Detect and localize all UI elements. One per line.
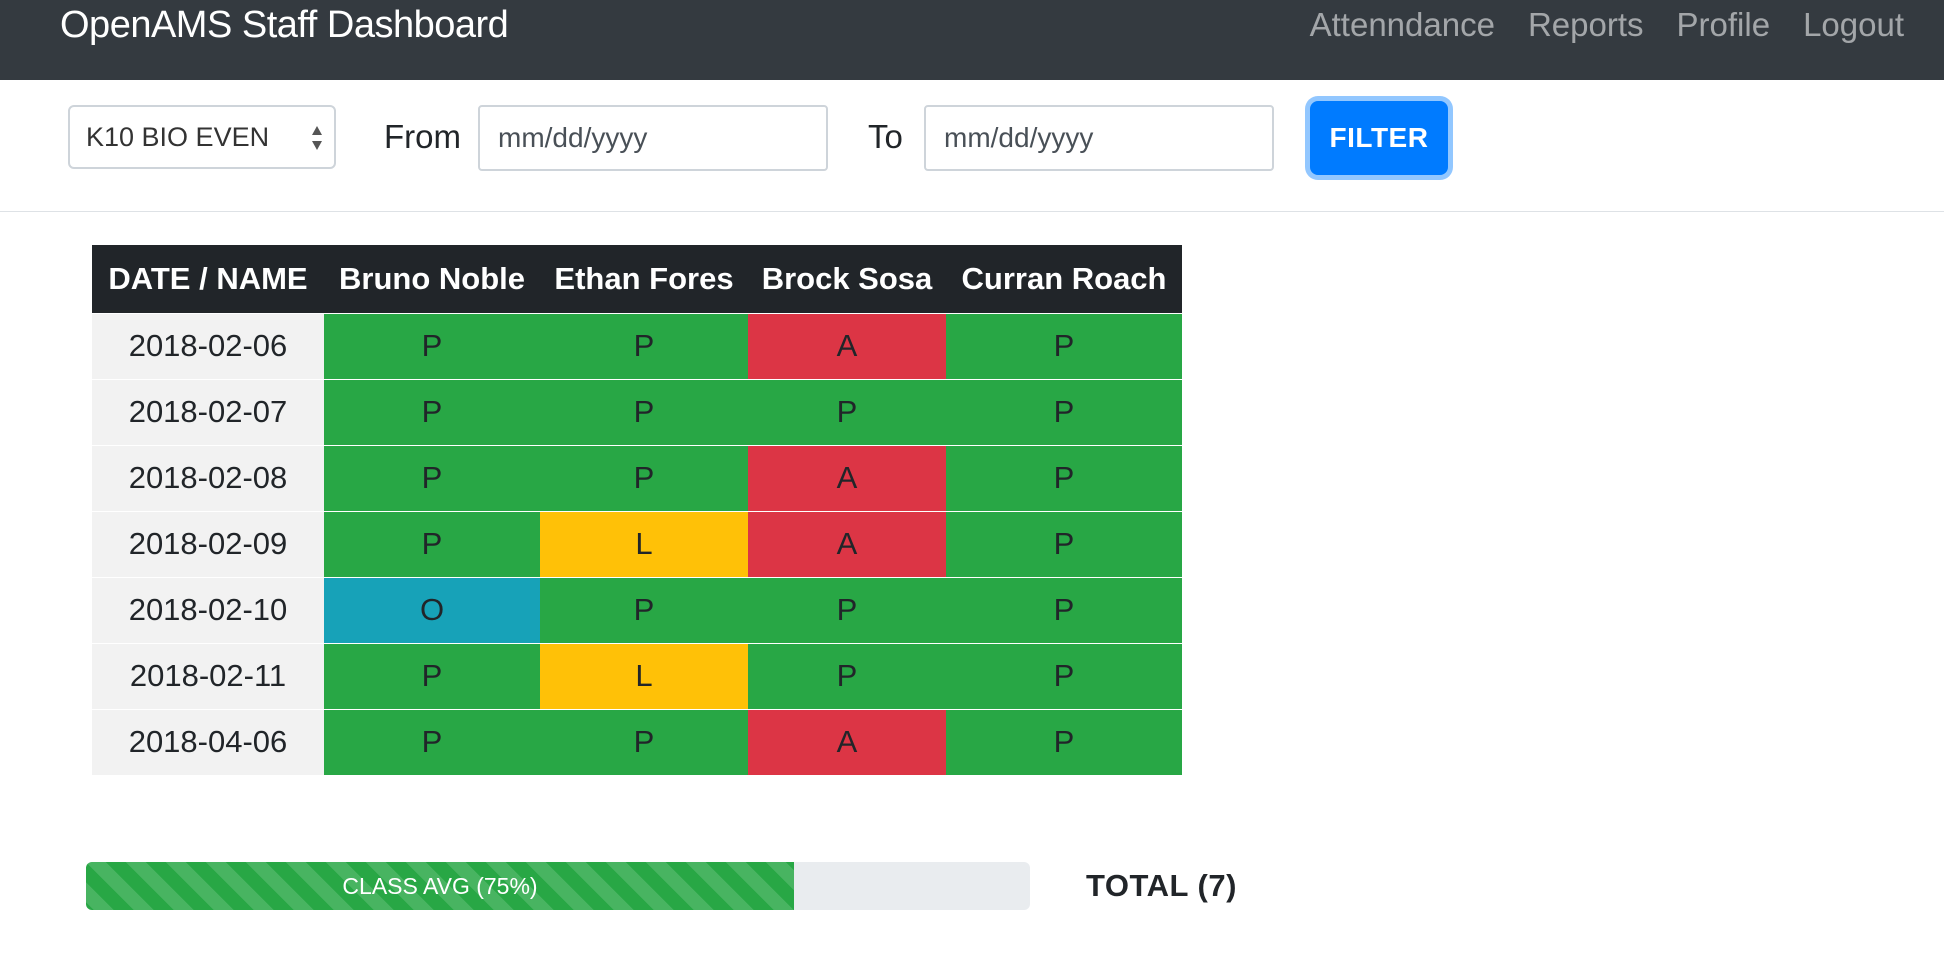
status-cell: P <box>946 708 1182 775</box>
date-cell: 2018-02-10 <box>92 576 324 643</box>
header-student-3: Curran Roach <box>946 245 1182 313</box>
status-cell: P <box>946 378 1182 445</box>
table-row: 2018-02-11 P L P P <box>92 642 1182 709</box>
from-label: From <box>384 118 461 155</box>
date-cell: 2018-02-09 <box>92 510 324 577</box>
status-cell: A <box>748 510 946 577</box>
status-cell: P <box>324 708 540 775</box>
total-count: TOTAL (7) <box>1086 868 1237 903</box>
class-avg-progress: CLASS AVG (75%) <box>86 862 1030 910</box>
status-cell: P <box>540 708 748 775</box>
nav-link-reports[interactable]: Reports <box>1528 0 1644 50</box>
date-cell: 2018-02-11 <box>92 642 324 709</box>
class-select-value: K10 BIO EVEN <box>86 121 270 152</box>
table-row: 2018-02-09 P L A P <box>92 510 1182 577</box>
from-date-input[interactable]: mm/dd/yyyy <box>478 105 828 171</box>
to-date-input[interactable]: mm/dd/yyyy <box>924 105 1274 171</box>
class-avg-progress-bar: CLASS AVG (75%) <box>86 862 794 910</box>
header-student-2: Brock Sosa <box>748 245 946 313</box>
date-cell: 2018-02-08 <box>92 444 324 511</box>
nav-link-logout[interactable]: Logout <box>1803 0 1904 50</box>
date-cell: 2018-02-06 <box>92 312 324 379</box>
status-cell: P <box>540 444 748 511</box>
nav-link-attendance[interactable]: Attenndance <box>1310 0 1495 50</box>
status-cell: A <box>748 312 946 379</box>
status-cell: P <box>324 642 540 709</box>
date-cell: 2018-02-07 <box>92 378 324 445</box>
status-cell: P <box>324 444 540 511</box>
header-student-0: Bruno Noble <box>324 245 540 313</box>
status-cell: P <box>540 312 748 379</box>
select-arrows-icon <box>312 126 322 150</box>
status-cell: P <box>748 378 946 445</box>
class-select[interactable]: K10 BIO EVEN <box>68 105 336 169</box>
to-label: To <box>868 118 903 155</box>
filter-bar: K10 BIO EVEN From mm/dd/yyyy To mm/dd/yy… <box>0 80 1944 212</box>
status-cell: P <box>946 312 1182 379</box>
status-cell: P <box>946 576 1182 643</box>
status-cell: L <box>540 642 748 709</box>
header-date-name: DATE / NAME <box>92 245 324 313</box>
status-cell: P <box>946 510 1182 577</box>
brand-title[interactable]: OpenAMS Staff Dashboard <box>60 0 509 50</box>
nav-link-profile[interactable]: Profile <box>1677 0 1771 50</box>
nav-links: Attenndance Reports Profile Logout <box>1277 0 1904 50</box>
table-header-row: DATE / NAME Bruno Noble Ethan Fores Broc… <box>92 245 1182 313</box>
attendance-table-body: 2018-02-06 P P A P 2018-02-07 P P P P 20… <box>92 312 1182 775</box>
status-cell: P <box>540 378 748 445</box>
table-row: 2018-02-10 O P P P <box>92 576 1182 643</box>
status-cell: O <box>324 576 540 643</box>
status-cell: P <box>748 642 946 709</box>
status-cell: L <box>540 510 748 577</box>
navbar: OpenAMS Staff Dashboard Attenndance Repo… <box>0 0 1944 80</box>
header-student-1: Ethan Fores <box>540 245 748 313</box>
table-row: 2018-02-08 P P A P <box>92 444 1182 511</box>
status-cell: A <box>748 444 946 511</box>
status-cell: P <box>748 576 946 643</box>
attendance-table: DATE / NAME Bruno Noble Ethan Fores Broc… <box>92 245 1182 775</box>
table-row: 2018-02-06 P P A P <box>92 312 1182 379</box>
status-cell: P <box>324 312 540 379</box>
status-cell: P <box>946 444 1182 511</box>
status-cell: P <box>324 378 540 445</box>
table-row: 2018-04-06 P P A P <box>92 708 1182 775</box>
status-cell: P <box>540 576 748 643</box>
status-cell: A <box>748 708 946 775</box>
status-cell: P <box>324 510 540 577</box>
status-cell: P <box>946 642 1182 709</box>
filter-button[interactable]: FILTER <box>1310 101 1448 175</box>
date-cell: 2018-04-06 <box>92 708 324 775</box>
table-row: 2018-02-07 P P P P <box>92 378 1182 445</box>
